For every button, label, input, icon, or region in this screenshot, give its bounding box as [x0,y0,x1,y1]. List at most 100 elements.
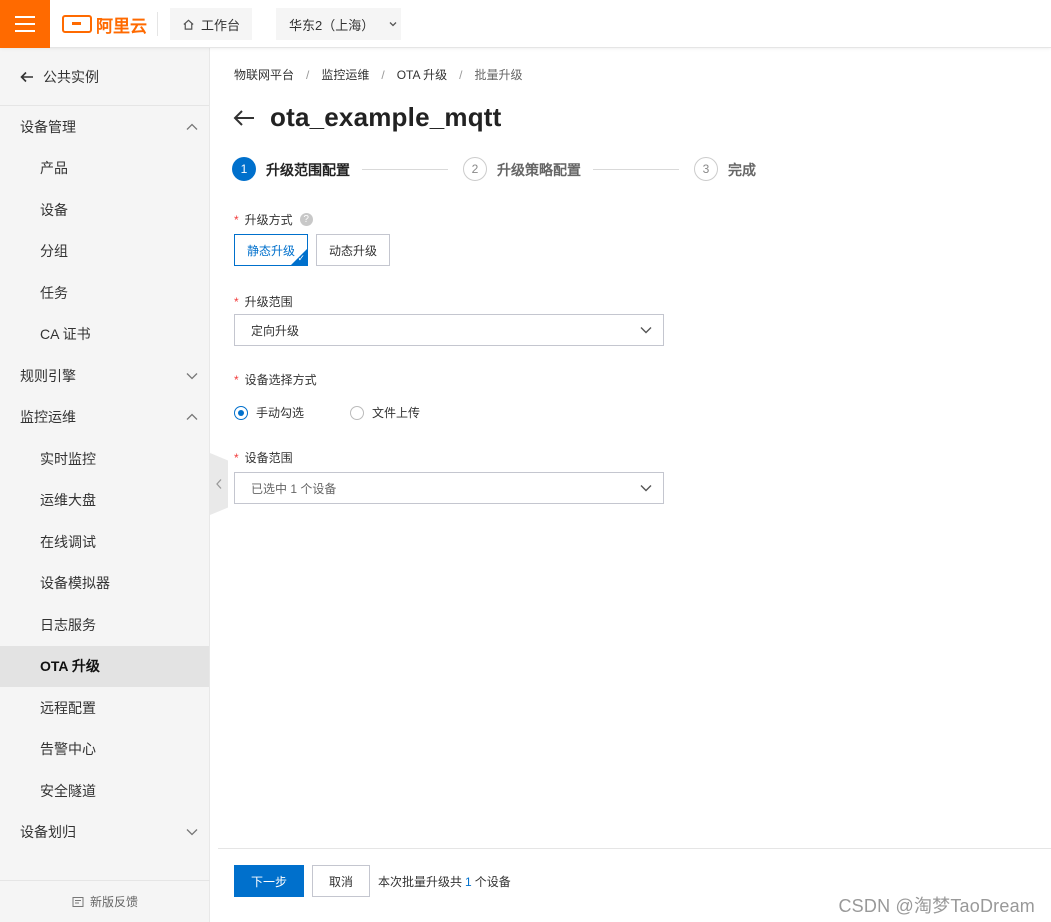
sidebar-group-device-management[interactable]: 设备管理 [0,106,209,148]
chevron-down-icon [640,327,652,334]
feedback-icon [72,896,84,907]
dynamic-upgrade-button[interactable]: 动态升级 [316,234,390,266]
step-indicator: 1 升级范围配置 2 升级策略配置 3 完成 [232,157,772,181]
page-title: ota_example_mqtt [270,102,502,132]
upgrade-scope-label-text: 升级范围 [244,295,293,309]
sidebar-group-label: 规则引擎 [20,367,76,384]
arrow-left-icon [20,71,33,82]
region-label: 华东2（上海） [289,17,375,33]
sidebar-item-alert-center[interactable]: 告警中心 [0,729,209,771]
device-select-mode-radio-group: 手动勾选 文件上传 [234,404,420,421]
device-scope-label: * 设备范围 [234,449,293,466]
step-connector [362,169,448,170]
sidebar-item-ops-dashboard[interactable]: 运维大盘 [0,480,209,522]
required-mark: * [234,294,239,309]
summary-suffix: 个设备 [474,875,511,889]
required-mark: * [234,212,239,227]
sidebar-group-rule-engine[interactable]: 规则引擎 [0,355,209,397]
breadcrumb-monitoring[interactable]: 监控运维 [321,66,369,83]
back-label: 公共实例 [43,68,99,85]
workbench-button[interactable]: 工作台 [170,8,252,40]
aliyun-logo[interactable]: 阿里云 [62,12,147,36]
sidebar-group-label: 设备划归 [20,824,76,841]
required-mark: * [234,372,239,387]
workbench-label: 工作台 [200,17,240,33]
breadcrumb-separator: / [459,67,463,82]
watermark: CSDN @淘梦TaoDream [838,896,1035,916]
sidebar-group-monitoring[interactable]: 监控运维 [0,397,209,439]
breadcrumb: 物联网平台 / 监控运维 / OTA 升级 / 批量升级 [234,66,523,83]
sidebar: 公共实例 设备管理 产品 设备 分组 任务 CA 证书 规则引擎 监控运维 实时… [0,48,210,922]
feedback-button[interactable]: 新版反馈 [0,880,210,922]
step-1-circle: 1 [232,157,256,181]
chevron-down-icon [389,22,397,27]
back-arrow-icon[interactable] [232,109,256,127]
chevron-up-icon [186,413,198,421]
static-upgrade-label: 静态升级 [246,243,295,258]
radio-unchecked-icon [350,405,365,420]
summary-count: 1 [465,875,472,889]
upgrade-scope-value: 定向升级 [251,323,300,338]
chevron-down-icon [640,485,652,492]
sidebar-item-remote-config[interactable]: 远程配置 [0,687,209,729]
radio-manual-select[interactable]: 手动勾选 [234,404,304,421]
sidebar-item-secure-tunnel[interactable]: 安全隧道 [0,770,209,812]
chevron-up-icon [186,123,198,130]
upgrade-mode-label: * 升级方式 ? [234,211,313,228]
required-mark: * [234,450,239,465]
summary-prefix: 本次批量升级共 [378,875,463,889]
step-1-label: 升级范围配置 [266,162,350,178]
device-scope-select[interactable]: 已选中 1 个设备 [234,472,664,504]
chevron-left-icon [216,479,222,489]
static-upgrade-button[interactable]: 静态升级 ✓ [234,234,308,266]
sidebar-item-group[interactable]: 分组 [0,231,209,273]
upgrade-mode-label-text: 升级方式 [244,213,293,227]
step-3-circle: 3 [694,157,718,181]
top-navigation-bar: 阿里云 工作台 华东2（上海） [0,0,1051,48]
breadcrumb-iot-platform[interactable]: 物联网平台 [234,66,294,83]
device-select-mode-label-text: 设备选择方式 [244,373,317,387]
device-scope-label-text: 设备范围 [244,451,293,465]
logo-text: 阿里云 [96,16,147,36]
sidebar-item-product[interactable]: 产品 [0,148,209,190]
back-to-public-instance[interactable]: 公共实例 [0,48,209,106]
sidebar-item-device[interactable]: 设备 [0,189,209,231]
footer-divider [218,848,1051,849]
page-header: ota_example_mqtt [232,102,502,133]
help-icon[interactable]: ? [299,213,313,226]
upgrade-scope-select[interactable]: 定向升级 [234,314,664,346]
region-selector[interactable]: 华东2（上海） [276,8,401,40]
sidebar-item-log-service[interactable]: 日志服务 [0,604,209,646]
breadcrumb-batch-upgrade: 批量升级 [474,68,523,82]
sidebar-item-ca-cert[interactable]: CA 证书 [0,314,209,356]
radio-manual-label: 手动勾选 [256,406,305,420]
sidebar-item-ota-upgrade[interactable]: OTA 升级 [0,645,209,687]
sidebar-item-realtime-monitor[interactable]: 实时监控 [0,438,209,480]
home-icon [183,19,194,30]
radio-file-upload[interactable]: 文件上传 [350,404,420,421]
step-3-label: 完成 [728,162,756,178]
menu-icon[interactable] [0,0,50,48]
cancel-button[interactable]: 取消 [312,865,370,897]
sidebar-item-task[interactable]: 任务 [0,272,209,314]
topbar-divider [157,12,158,36]
step-2-label: 升级策略配置 [497,162,581,178]
sidebar-group-label: 设备管理 [20,118,76,135]
feedback-label: 新版反馈 [89,895,138,909]
sidebar-collapse-toggle[interactable] [210,453,228,515]
check-icon: ✓ [297,253,305,263]
logo-mark-icon [62,15,92,33]
breadcrumb-ota-upgrade[interactable]: OTA 升级 [397,66,447,83]
radio-checked-icon [234,405,248,420]
sidebar-item-online-debug[interactable]: 在线调试 [0,521,209,563]
next-step-button[interactable]: 下一步 [234,865,304,897]
step-2-circle: 2 [463,157,487,181]
sidebar-item-device-simulator[interactable]: 设备模拟器 [0,563,209,605]
chevron-down-icon [186,372,198,380]
upgrade-scope-label: * 升级范围 [234,293,293,310]
sidebar-group-device-assignment[interactable]: 设备划归 [0,812,209,854]
breadcrumb-separator: / [381,67,385,82]
dynamic-upgrade-label: 动态升级 [328,243,377,258]
upgrade-summary: 本次批量升级共 1 个设备 [378,873,511,890]
device-select-mode-label: * 设备选择方式 [234,371,317,388]
